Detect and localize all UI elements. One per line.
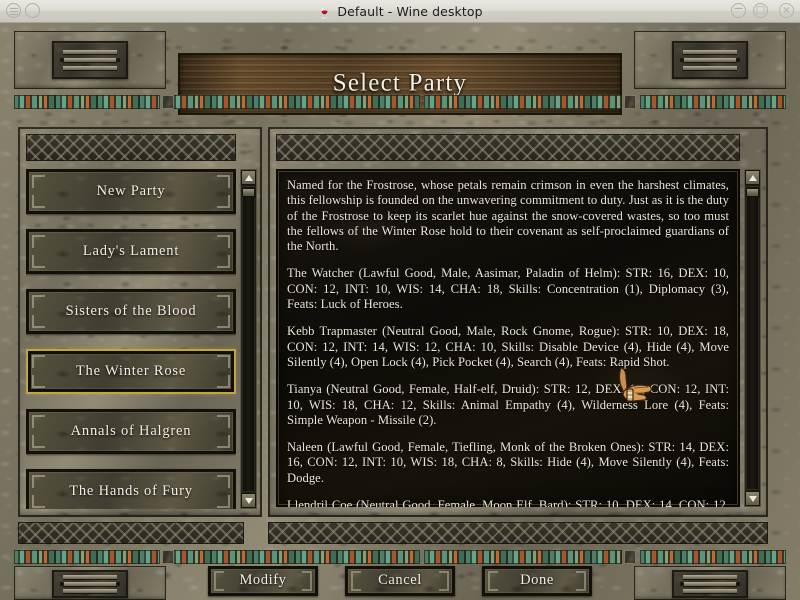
description-scrollbar[interactable] (744, 169, 761, 507)
scroll-down-arrow-icon[interactable] (745, 491, 760, 506)
description-knotwork-header (276, 134, 740, 161)
description-paragraph: Naleen (Lawful Good, Female, Tiefling, M… (287, 440, 729, 485)
party-list-item[interactable]: The Winter Rose (26, 349, 236, 394)
wine-desktop-window: 🍷 Default - Wine desktop − □ × Select Pa… (0, 0, 800, 600)
bottom-right-ornament-emblem (672, 570, 748, 598)
scrollbar-thumb[interactable] (242, 188, 255, 197)
description-paragraph: The Watcher (Lawful Good, Male, Aasimar,… (287, 266, 729, 312)
scroll-up-arrow-icon[interactable] (745, 170, 760, 185)
wine-glass-icon: 🍷 (317, 6, 333, 20)
party-list-item[interactable]: Lady's Lament (26, 229, 236, 274)
cancel-button[interactable]: Cancel (345, 566, 455, 596)
cancel-button-label: Cancel (378, 571, 422, 588)
modify-button[interactable]: Modify (208, 566, 318, 596)
done-button-label: Done (520, 571, 554, 588)
scrollbar-track[interactable] (242, 186, 255, 492)
window-title: 🍷 Default - Wine desktop (0, 0, 800, 23)
mosaic-strip-bottom (640, 550, 786, 564)
party-list-item-label: The Hands of Fury (69, 482, 193, 499)
description-paragraph: Kebb Trapmaster (Neutral Good, Male, Roc… (287, 324, 729, 369)
top-ornament-row: Select Party (0, 23, 800, 115)
mosaic-stud (624, 550, 636, 564)
scroll-down-arrow-icon[interactable] (241, 493, 256, 508)
footer-row: Modify Cancel Done (0, 522, 800, 600)
footer-knotwork-left (18, 522, 244, 544)
game-screen: Select Party New Party Lady's Lament Siste… (0, 23, 800, 600)
done-button[interactable]: Done (482, 566, 592, 596)
description-panel: Named for the Frostrose, whose petals re… (268, 127, 768, 517)
mosaic-stud (162, 550, 174, 564)
party-list-item-label: New Party (96, 182, 166, 199)
titlebar-right-controls: − □ × (731, 2, 794, 18)
window-title-text: Default - Wine desktop (337, 4, 483, 19)
party-list-item[interactable]: Sisters of the Blood (26, 289, 236, 334)
party-list-scrollbar[interactable] (240, 169, 257, 509)
page-title: Select Party (332, 69, 468, 97)
description-paragraph: Tianya (Neutral Good, Female, Half-elf, … (287, 382, 729, 427)
description-paragraph: Llendril Coe (Neutral Good, Female, Moon… (287, 498, 729, 507)
party-list-item-label: Lady's Lament (82, 242, 180, 259)
mosaic-stud (162, 95, 174, 109)
party-list-item-label: The Winter Rose (75, 362, 187, 379)
right-ornament-emblem (672, 41, 748, 79)
mosaic-strip-top (170, 95, 420, 109)
mosaic-strip-bottom (424, 550, 622, 564)
description-text-box[interactable]: Named for the Frostrose, whose petals re… (276, 169, 740, 507)
party-list-item-label: Annals of Halgren (70, 422, 192, 439)
close-icon[interactable]: × (779, 3, 794, 18)
bottom-left-ornament-emblem (52, 570, 128, 598)
mosaic-strip-top (424, 95, 622, 109)
mosaic-strip-top (14, 95, 160, 109)
scrollbar-thumb[interactable] (746, 188, 759, 197)
mosaic-strip-bottom (170, 550, 420, 564)
mosaic-strip-bottom (14, 550, 160, 564)
mosaic-strip-top (640, 95, 786, 109)
party-list-item[interactable]: The Hands of Fury (26, 469, 236, 509)
modify-button-label: Modify (239, 571, 287, 588)
party-list-panel: New Party Lady's Lament Sisters of the Blo… (18, 127, 262, 517)
scrollbar-track[interactable] (746, 186, 759, 490)
window-titlebar: 🍷 Default - Wine desktop − □ × (0, 0, 800, 23)
party-list-item[interactable]: New Party (26, 169, 236, 214)
party-list-item-label: Sisters of the Blood (65, 302, 197, 319)
sidebar-knotwork-header (26, 134, 236, 161)
scroll-up-arrow-icon[interactable] (241, 170, 256, 185)
party-list[interactable]: New Party Lady's Lament Sisters of the Blo… (26, 169, 236, 509)
description-paragraph: Named for the Frostrose, whose petals re… (287, 178, 729, 254)
mosaic-stud (624, 95, 636, 109)
minimize-icon[interactable]: − (731, 2, 746, 18)
footer-knotwork-right (268, 522, 768, 544)
left-ornament-emblem (52, 41, 128, 79)
maximize-icon[interactable]: □ (753, 3, 768, 18)
party-list-item[interactable]: Annals of Halgren (26, 409, 236, 454)
